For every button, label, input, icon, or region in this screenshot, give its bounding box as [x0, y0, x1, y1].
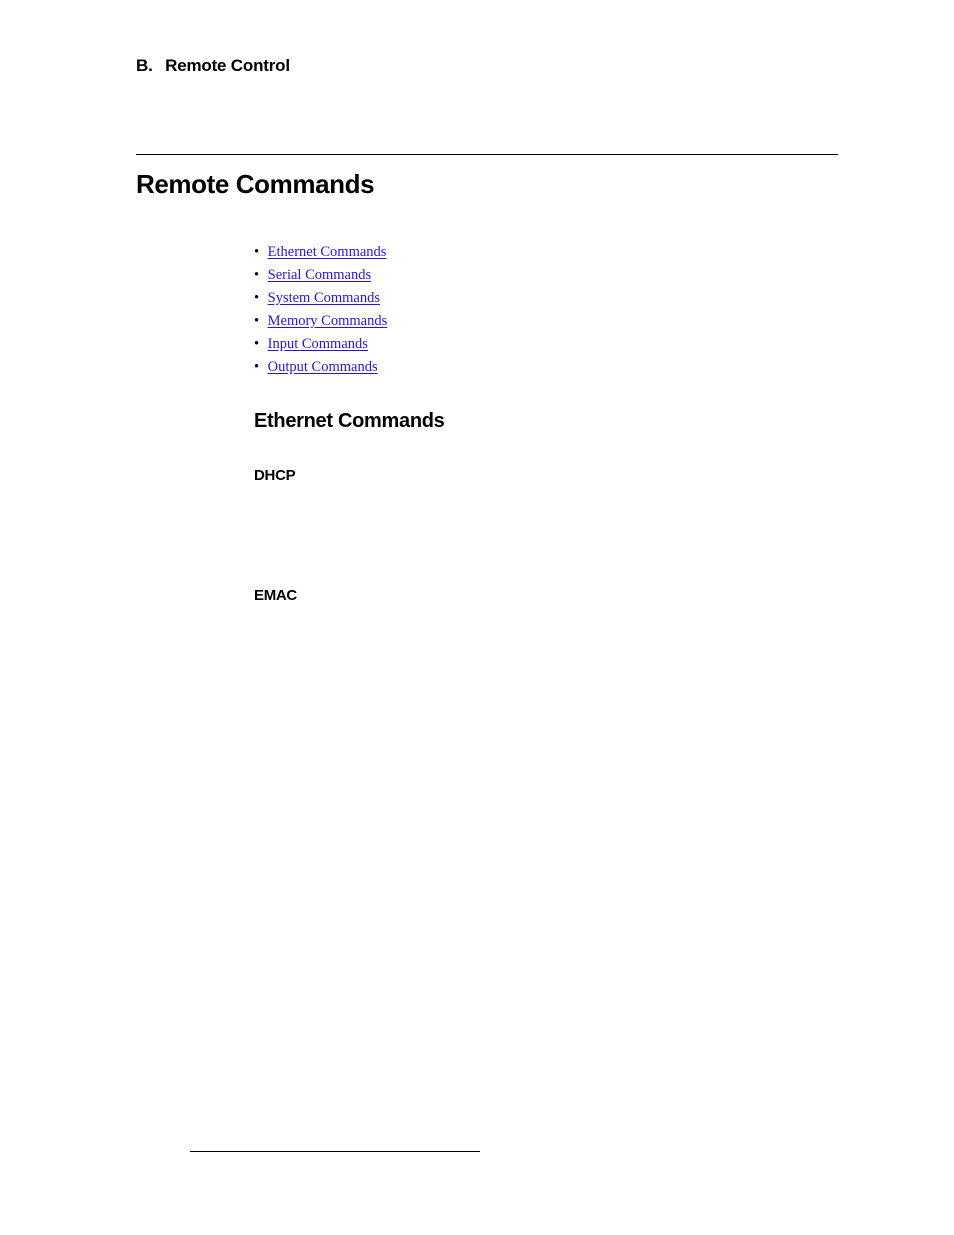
horizontal-rule: [136, 154, 838, 155]
toc-link-serial-commands[interactable]: Serial Commands: [268, 267, 372, 283]
heading-ethernet-commands: Ethernet Commands: [254, 410, 838, 433]
bullet-icon: •: [254, 336, 264, 353]
toc-link-system-commands[interactable]: System Commands: [268, 290, 380, 306]
toc-item: • Serial Commands: [254, 267, 838, 284]
dhcp-command: Command: DHCP␣[value]: [254, 511, 838, 532]
toc-link-ethernet-commands[interactable]: Ethernet Commands: [268, 244, 387, 260]
emac-command: Command: EMAC: [254, 631, 838, 652]
heading-emac: EMAC: [254, 587, 838, 604]
toc-link-output-commands[interactable]: Output Commands: [268, 359, 378, 375]
dhcp-values-label: Values:: [254, 534, 297, 550]
toc-item: • Output Commands: [254, 359, 838, 376]
dhcp-description: Enable or disable the DHCP setting.: [254, 490, 838, 511]
table-of-contents: • Ethernet Commands • Serial Commands • …: [254, 244, 838, 376]
bullet-icon: •: [254, 290, 264, 307]
header-section-title: Remote Control: [165, 56, 290, 75]
toc-item: • Memory Commands: [254, 313, 838, 330]
page-header: B. Remote Control: [136, 56, 838, 76]
toc-item: • System Commands: [254, 290, 838, 307]
bullet-icon: •: [254, 267, 264, 284]
bullet-icon: •: [254, 313, 264, 330]
page: B. Remote Control Remote Commands • Ethe…: [0, 0, 954, 1235]
emac-description: Retrieve the ECP MAC address.: [254, 610, 838, 631]
section-ethernet-commands: Ethernet Commands DHCP Enable or disable…: [254, 410, 838, 673]
heading-dhcp: DHCP: [254, 467, 838, 484]
bullet-icon: •: [254, 359, 264, 376]
dhcp-values-text: 0 = Off (Static IP), 1 = On (DHCP): [300, 534, 505, 550]
footnote-rule: [190, 1151, 480, 1152]
toc-link-memory-commands[interactable]: Memory Commands: [268, 313, 388, 329]
toc-link-input-commands[interactable]: Input Commands: [268, 336, 368, 352]
bullet-icon: •: [254, 244, 264, 261]
toc-item: • Input Commands: [254, 336, 838, 353]
dhcp-values: Values: 0 = Off (Static IP), 1 = On (DHC…: [254, 532, 838, 553]
heading-remote-commands: Remote Commands: [136, 169, 838, 200]
toc-item: • Ethernet Commands: [254, 244, 838, 261]
header-section-letter: B.: [136, 56, 153, 76]
emac-response: Response format: xx.xx.xx.xx.xx.xx: [254, 652, 838, 673]
